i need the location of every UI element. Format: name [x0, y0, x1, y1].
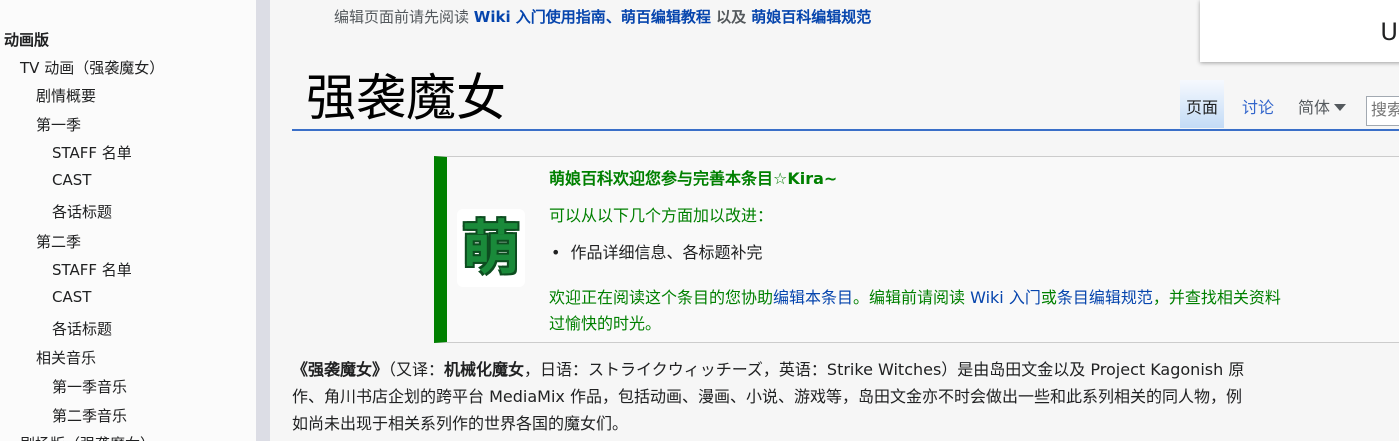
- variant-label: 简体: [1298, 98, 1331, 117]
- toc-item[interactable]: 动画版: [4, 29, 49, 50]
- welcome-box: 萌 萌娘百科欢迎您参与完善本条目☆Kira~ 可以从以下几个方面加以改进： • 作…: [434, 156, 1399, 343]
- edit-notice-prefix: 编辑页面前请先阅读: [334, 8, 474, 26]
- welcome-body-text: 欢迎正在阅读这个条目的您协助: [549, 288, 774, 307]
- welcome-bullet: • 作品详细信息、各标题补完: [551, 239, 762, 263]
- toc-item[interactable]: CAST: [52, 171, 91, 189]
- toc-item[interactable]: 第一季音乐: [52, 376, 127, 397]
- intro-text: 作、角川书店企划的跨平台 MediaMix 作品，包括动画、漫画、小说、游戏等，…: [292, 387, 1242, 406]
- intro-title: 《强袭魔女》: [292, 360, 389, 379]
- edit-notice: 编辑页面前请先阅读 Wiki 入门使用指南、萌百编辑教程 以及 萌娘百科编辑规范: [334, 6, 871, 27]
- welcome-title: 萌娘百科欢迎您参与完善本条目☆Kira~: [549, 169, 838, 188]
- search-input[interactable]: [1366, 96, 1399, 126]
- toc-item[interactable]: 相关音乐: [36, 347, 96, 368]
- welcome-subtitle: 可以从以下几个方面加以改进：: [549, 206, 774, 225]
- intro-text: 如尚未出现于相关系列作的世界各国的魔女们。: [292, 414, 629, 433]
- welcome-body-text: 或: [1040, 288, 1057, 307]
- moe-logo-char: 萌: [461, 214, 520, 282]
- toc-item[interactable]: 第一季: [36, 114, 81, 135]
- toc-item[interactable]: CAST: [52, 288, 91, 306]
- toc-item[interactable]: TV 动画（强袭魔女）: [20, 57, 164, 78]
- top-right-popup-text: U: [1380, 18, 1398, 46]
- tab-talk[interactable]: 讨论: [1236, 80, 1280, 128]
- edit-notice-separator: 、: [605, 8, 621, 26]
- link-entry-rules[interactable]: 条目编辑规范: [1057, 288, 1153, 307]
- toc-item[interactable]: 剧场版（强袭魔女）: [20, 433, 155, 441]
- top-right-popup: U: [1200, 0, 1399, 62]
- tab-page[interactable]: 页面: [1180, 80, 1225, 128]
- sidebar-scrollbar[interactable]: [256, 0, 270, 441]
- toc-item[interactable]: 剧情概要: [36, 85, 96, 106]
- welcome-body: 欢迎正在阅读这个条目的您协助编辑本条目。编辑前请阅读 Wiki 入门或条目编辑规…: [549, 285, 1399, 337]
- link-wiki-intro[interactable]: Wiki 入门: [970, 288, 1041, 307]
- link-wiki-guide[interactable]: Wiki 入门使用指南: [474, 8, 606, 26]
- variant-dropdown[interactable]: 简体: [1292, 80, 1352, 128]
- chevron-down-icon: [1334, 104, 1347, 111]
- welcome-bullet-text: 作品详细信息、各标题补完: [570, 243, 763, 262]
- link-moe-tutorial[interactable]: 萌百编辑教程: [621, 8, 711, 26]
- toc-item[interactable]: 各话标题: [52, 318, 112, 339]
- welcome-body-text: 。编辑前请阅读: [853, 288, 971, 307]
- intro-text: ，日语：ストライクウィッチーズ，英语：Strike Witches）是由岛田文金…: [524, 360, 1245, 379]
- tab-talk-label: 讨论: [1242, 98, 1275, 117]
- link-edit-rules[interactable]: 萌娘百科编辑规范: [751, 8, 871, 26]
- intro-paragraph: 《强袭魔女》（又译：机械化魔女，日语：ストライクウィッチーズ，英语：Strike…: [292, 356, 1399, 437]
- intro-alt-title: 机械化魔女: [444, 360, 525, 379]
- link-edit-entry[interactable]: 编辑本条目: [773, 288, 853, 307]
- intro-text: （又译：: [388, 360, 445, 379]
- welcome-body-text: ，并查找相关资料: [1152, 288, 1281, 307]
- moe-logo-icon: 萌: [457, 209, 525, 287]
- title-divider: [292, 129, 1399, 131]
- edit-notice-mid: 以及: [710, 8, 752, 26]
- tab-page-label: 页面: [1186, 98, 1219, 117]
- toc-item[interactable]: 第二季音乐: [52, 405, 127, 426]
- toc-item[interactable]: 各话标题: [52, 201, 112, 222]
- toc-item[interactable]: STAFF 名单: [52, 142, 132, 163]
- toc-sidebar: 动画版 TV 动画（强袭魔女） 剧情概要 第一季 STAFF 名单 CAST 各话标题 第二季…: [0, 0, 256, 441]
- bullet-dot: •: [551, 243, 561, 262]
- main-content: 编辑页面前请先阅读 Wiki 入门使用指南、萌百编辑教程 以及 萌娘百科编辑规范…: [270, 0, 1399, 441]
- toc-item[interactable]: STAFF 名单: [52, 259, 132, 280]
- toc-item[interactable]: 第二季: [36, 231, 81, 252]
- page-title: 强袭魔女: [306, 69, 506, 127]
- welcome-body-text: 过愉快的时光。: [549, 314, 662, 333]
